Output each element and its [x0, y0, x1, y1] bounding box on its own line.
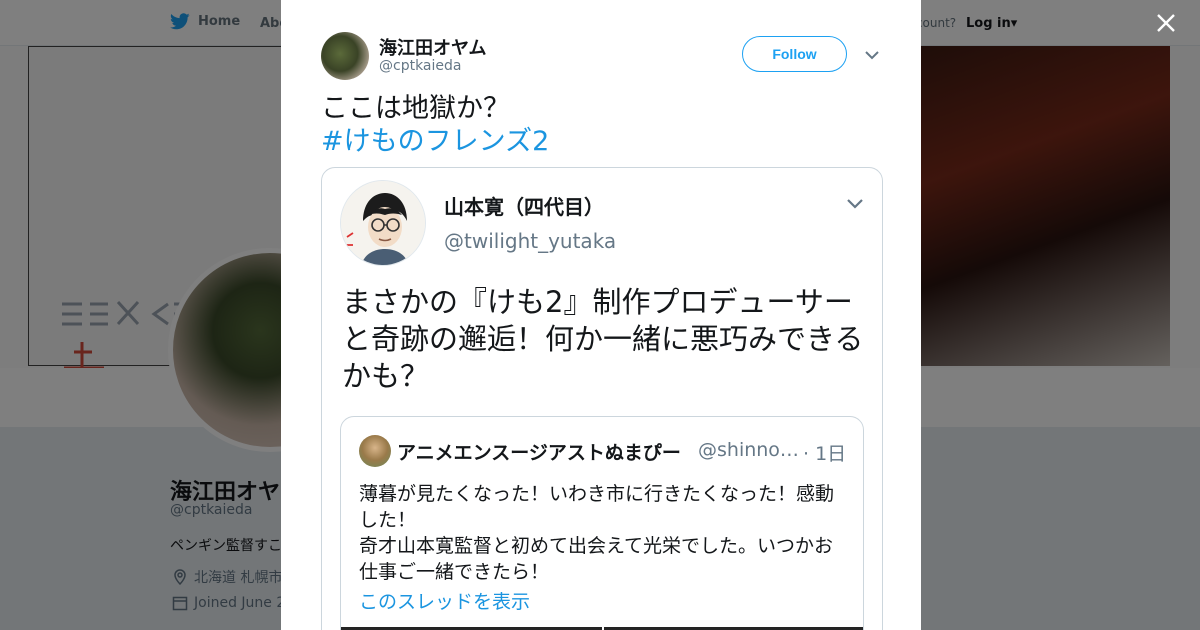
embedded-author-name[interactable]: 山本寛（四代目） — [444, 191, 604, 220]
quoted-text-line: 薄暮が見たくなった！いわき市に行きたくなった！感動した！ — [359, 483, 835, 531]
follow-button[interactable]: Follow — [742, 36, 847, 72]
tweet-author-handle[interactable]: @cptkaieda — [379, 58, 461, 74]
embedded-author-handle[interactable]: @twilight_yutaka — [444, 229, 616, 253]
chevron-down-icon[interactable] — [843, 191, 867, 215]
close-icon — [1157, 14, 1175, 32]
quoted-tweet[interactable]: アニメエンスージアストぬまぴー @shinno… · 1日 薄暮が見たくなった！… — [340, 416, 864, 630]
tweet-text-line: ここは地獄か？ — [321, 93, 510, 124]
close-button[interactable] — [1150, 8, 1182, 40]
quoted-author-avatar[interactable] — [359, 435, 391, 467]
quoted-author-handle[interactable]: @shinno… — [698, 439, 799, 461]
quoted-tweet-text: 薄暮が見たくなった！いわき市に行きたくなった！感動した！ 奇才山本寛監督と初めて… — [359, 481, 849, 585]
embedded-tweet-card[interactable]: 山本寛（四代目） @twilight_yutaka まさかの『けも2』制作プロデ… — [321, 167, 883, 630]
tweet-modal: 海江田オヤム @cptkaieda Follow ここは地獄か？ #けものフレン… — [281, 0, 921, 630]
tweet-hashtag[interactable]: #けものフレンズ2 — [321, 125, 549, 158]
quoted-author-name[interactable]: アニメエンスージアストぬまぴー — [397, 438, 681, 465]
chevron-down-icon[interactable] — [861, 44, 883, 66]
tweet-author-name[interactable]: 海江田オヤム — [379, 34, 486, 60]
show-thread-link[interactable]: このスレッドを表示 — [359, 587, 530, 614]
quoted-timestamp[interactable]: · 1日 — [803, 439, 846, 466]
quoted-text-line: 奇才山本寛監督と初めて出会えて光栄でした。いつかお仕事ご一緒できたら！ — [359, 535, 834, 583]
embedded-tweet-text: まさかの『けも2』制作プロデューサーと奇跡の邂逅！何か一緒に悪巧みできるかも？ — [342, 285, 864, 393]
embedded-author-avatar[interactable] — [340, 180, 426, 266]
tweet-text: ここは地獄か？ #けものフレンズ2 — [321, 92, 549, 158]
avatar-illustration — [341, 181, 425, 265]
tweet-author-avatar[interactable] — [321, 32, 369, 80]
